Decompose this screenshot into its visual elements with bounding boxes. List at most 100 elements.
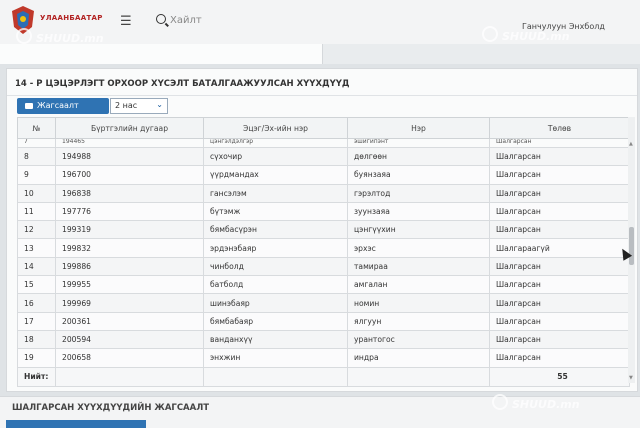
cell-status: Шалгарсан <box>489 201 630 222</box>
watermark-text: SHUUD.mn <box>502 30 570 43</box>
cell-number: 8 <box>17 146 56 167</box>
col-header-registration[interactable]: Бүртгэлийн дугаар <box>55 117 204 139</box>
cell-number: 16 <box>17 293 56 313</box>
col-header-number[interactable]: № <box>17 117 56 139</box>
cell-status: Шалгарсан <box>489 220 630 240</box>
section-title: ШАЛГАРСАН ХҮҮХДҮҮДИЙН ЖАГСААЛТ <box>12 403 210 413</box>
cell-registration: 199832 <box>55 238 204 258</box>
cell-parent-name: үүрдмандах <box>203 165 348 185</box>
watermark-icon <box>16 28 32 44</box>
table-row[interactable]: 11 197776 бүтэмж зуунзаяа Шалгарсан <box>17 201 630 222</box>
age-select[interactable]: 2 нас ⌄ <box>110 98 168 114</box>
total-value: 55 <box>489 366 630 387</box>
watermark-icon <box>492 394 508 410</box>
cell-name: гэрэлтод <box>347 183 490 203</box>
scroll-up-icon[interactable]: ▲ <box>629 141 633 147</box>
table-row[interactable]: 15 199955 батболд амгалан Шалгарсан <box>17 275 630 295</box>
cell-status: Шалгарсан <box>489 311 630 331</box>
cell-status: Шалгарсан <box>489 183 630 203</box>
panel-title: 14 - Р ЦЭЦЭРЛЭГТ ОРХООР ХҮСЭЛТ БАТАЛГААЖ… <box>15 79 350 89</box>
cell-registration: 200658 <box>55 348 204 368</box>
search-icon <box>156 14 166 24</box>
cell-registration: 200361 <box>55 311 204 331</box>
table-row[interactable]: 17 200361 бямбабаяр ялгуун Шалгарсан <box>17 311 630 331</box>
cell-status: Шалгарсан <box>489 293 630 313</box>
cell-number: 19 <box>17 348 56 368</box>
watermark-top-right: SHUUD.mn <box>482 26 570 43</box>
cell-parent-name: ванданхүү <box>203 329 348 350</box>
cell-status: Шалгарсан <box>489 146 630 167</box>
search-placeholder: Хайлт <box>170 15 202 26</box>
table-row-partial[interactable]: 7 194465 цэнгэлдэлгэр эшигипэнт Шалгарсан <box>17 138 630 148</box>
upper-content-box <box>0 44 323 64</box>
cell-registration: 200594 <box>55 329 204 350</box>
col-header-name[interactable]: Нэр <box>347 117 490 139</box>
cell-parent-name: сүхочир <box>203 146 348 167</box>
cell-parent-name: шинэбаяр <box>203 293 348 313</box>
cell-number: 10 <box>17 183 56 203</box>
cell-name: эрхэс <box>347 238 490 258</box>
cell-parent-name: энхжин <box>203 348 348 368</box>
cell-status: Шалгарсан <box>489 329 630 350</box>
print-list-button[interactable]: Жагсаалт хэвлэх <box>17 98 109 126</box>
panel-divider <box>7 95 637 96</box>
table-total-row: Нийт: 55 <box>17 366 630 387</box>
cell-name: урантогос <box>347 329 490 350</box>
cell-number: 7 <box>17 138 56 148</box>
cell-name: зуунзаяа <box>347 201 490 222</box>
cell-number: 15 <box>17 275 56 295</box>
cell-parent-name: бямбасүрэн <box>203 220 348 240</box>
printer-icon <box>25 102 33 109</box>
col-header-status[interactable]: Төлөв <box>489 117 630 139</box>
table-row[interactable]: 19 200658 энхжин индра Шалгарсан <box>17 348 630 368</box>
cell-name: цэнгүүхин <box>347 220 490 240</box>
scrollbar-thumb[interactable] <box>629 227 634 265</box>
col-header-parent-name[interactable]: Эцэг/Эх-ийн нэр <box>203 117 348 139</box>
cell-name: амгалан <box>347 275 490 295</box>
watermark-text: SHUUD.mn <box>36 32 104 45</box>
scroll-down-icon[interactable]: ▼ <box>629 375 633 381</box>
search-box[interactable]: Хайлт <box>156 14 202 26</box>
watermark-text: SHUUD.mn <box>512 398 580 411</box>
hamburger-menu-icon[interactable]: ☰ <box>120 14 132 29</box>
table-row[interactable]: 18 200594 ванданхүү урантогос Шалгарсан <box>17 329 630 350</box>
total-empty-3 <box>347 366 490 387</box>
children-table: № Бүртгэлийн дугаар Эцэг/Эх-ийн нэр Нэр … <box>17 117 630 387</box>
cell-registration: 197776 <box>55 201 204 222</box>
table-header-row: № Бүртгэлийн дугаар Эцэг/Эх-ийн нэр Нэр … <box>17 117 630 139</box>
accepted-children-panel: 14 - Р ЦЭЦЭРЛЭГТ ОРХООР ХҮСЭЛТ БАТАЛГААЖ… <box>6 68 638 392</box>
cell-number: 18 <box>17 329 56 350</box>
cell-parent-name: бямбабаяр <box>203 311 348 331</box>
cell-status: Шалгараагүй <box>489 238 630 258</box>
cell-number: 17 <box>17 311 56 331</box>
cell-status: Шалгарсан <box>489 165 630 185</box>
table-row[interactable]: 16 199969 шинэбаяр номин Шалгарсан <box>17 293 630 313</box>
upper-content-strip <box>0 44 640 64</box>
table-row[interactable]: 9 196700 үүрдмандах буянзаяа Шалгарсан <box>17 165 630 185</box>
cell-registration: 196700 <box>55 165 204 185</box>
total-label: Нийт: <box>17 366 56 387</box>
cell-registration: 196838 <box>55 183 204 203</box>
cell-number: 12 <box>17 220 56 240</box>
table-row[interactable]: 8 194988 сүхочир дөлгөөн Шалгарсан <box>17 146 630 167</box>
cell-parent-name: гансэлэм <box>203 183 348 203</box>
cell-registration: 199955 <box>55 275 204 295</box>
table-row[interactable]: 14 199886 чинболд тамираа Шалгарсан <box>17 256 630 277</box>
table-row[interactable]: 12 199319 бямбасүрэн цэнгүүхин Шалгарсан <box>17 220 630 240</box>
cell-status: Шалгарсан <box>489 138 630 148</box>
watermark-top-left: SHUUD.mn <box>16 28 104 45</box>
cell-parent-name: батболд <box>203 275 348 295</box>
cell-name: буянзаяа <box>347 165 490 185</box>
cell-registration: 199886 <box>55 256 204 277</box>
cell-name: эшигипэнт <box>347 138 490 148</box>
cell-name: тамираа <box>347 256 490 277</box>
cell-name: индра <box>347 348 490 368</box>
cell-name: номин <box>347 293 490 313</box>
total-empty-1 <box>55 366 204 387</box>
cell-registration: 199969 <box>55 293 204 313</box>
table-row[interactable]: 13 199832 эрдэнэбаяр эрхэс Шалгараагүй <box>17 238 630 258</box>
chevron-down-icon: ⌄ <box>156 100 163 109</box>
cell-status: Шалгарсан <box>489 256 630 277</box>
cell-status: Шалгарсан <box>489 275 630 295</box>
table-row[interactable]: 10 196838 гансэлэм гэрэлтод Шалгарсан <box>17 183 630 203</box>
